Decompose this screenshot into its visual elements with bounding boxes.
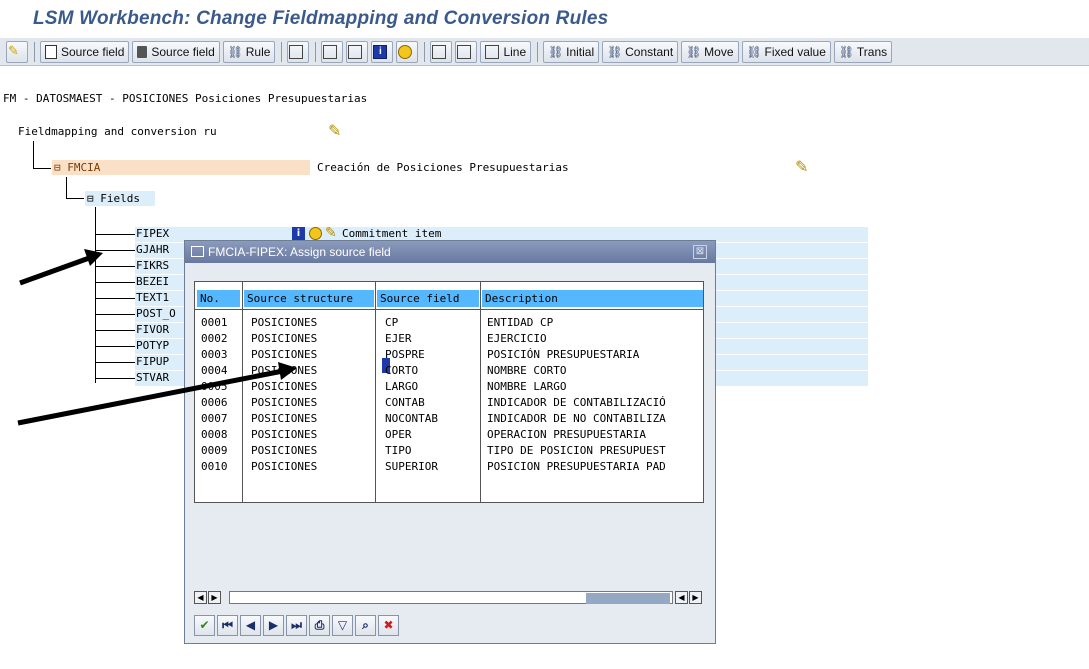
annotation-arrow — [19, 254, 93, 286]
annotation-arrow — [17, 368, 284, 426]
annotation-arrows — [17, 249, 297, 426]
arrowhead-icon — [278, 362, 297, 380]
